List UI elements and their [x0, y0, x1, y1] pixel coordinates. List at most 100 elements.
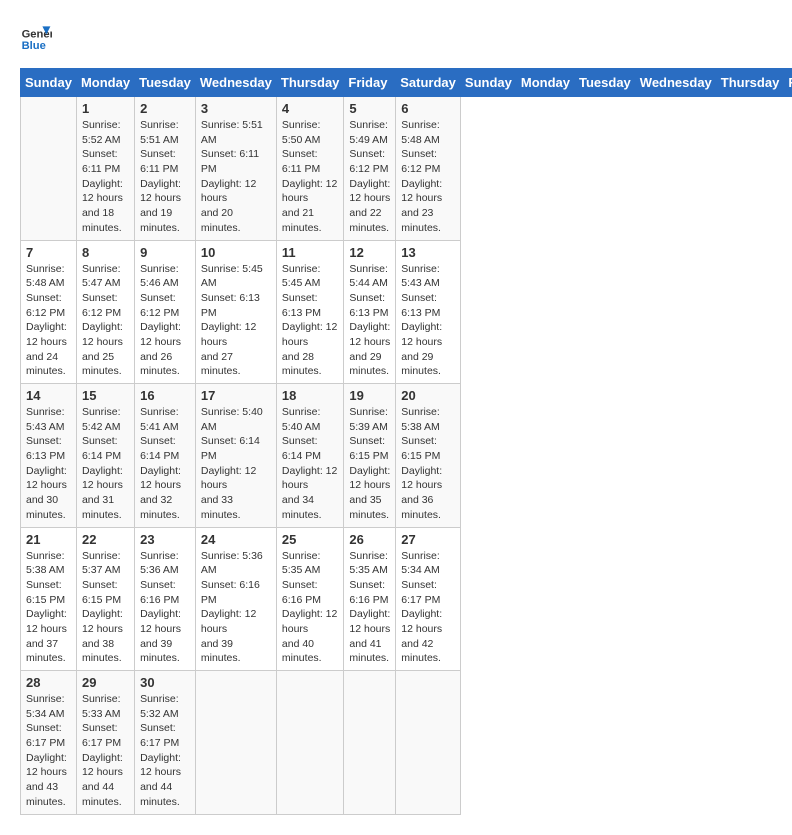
day-number: 20	[401, 388, 455, 403]
day-number: 4	[282, 101, 339, 116]
day-cell: 7 Sunrise: 5:48 AMSunset: 6:12 PMDaylight…	[21, 240, 77, 384]
day-cell: 19 Sunrise: 5:39 AMSunset: 6:15 PMDayligh…	[344, 384, 396, 528]
header-cell-sunday: Sunday	[460, 69, 516, 97]
header-cell-sunday: Sunday	[21, 69, 77, 97]
day-cell: 9Sunrise: 5:46 AMSunset: 6:12 PMDaylight…	[135, 240, 196, 384]
day-info: Sunrise: 5:47 AMSunset: 6:12 PMDaylight:…	[82, 262, 129, 380]
day-number: 22	[82, 532, 129, 547]
day-number: 16	[140, 388, 190, 403]
day-number: 13	[401, 245, 455, 260]
day-info: Sunrise: 5:50 AMSunset: 6:11 PMDaylight:…	[282, 118, 339, 236]
day-number: 6	[401, 101, 455, 116]
day-cell	[276, 671, 344, 815]
header-cell-friday: Friday	[784, 69, 792, 97]
header-cell-friday: Friday	[344, 69, 396, 97]
header-cell-tuesday: Tuesday	[135, 69, 196, 97]
header-cell-wednesday: Wednesday	[635, 69, 716, 97]
day-number: 2	[140, 101, 190, 116]
day-info: Sunrise: 5:43 AMSunset: 6:13 PMDaylight:…	[401, 262, 455, 380]
day-cell: 14Sunrise: 5:43 AMSunset: 6:13 PMDayligh…	[21, 384, 77, 528]
day-info: Sunrise: 5:34 AMSunset: 6:17 PMDaylight:…	[26, 692, 71, 810]
day-number: 10	[201, 245, 271, 260]
calendar-header-row: SundayMondayTuesdayWednesdayThursdayFrid…	[21, 69, 792, 97]
day-number: 29	[82, 675, 129, 690]
day-number: 11	[282, 245, 339, 260]
day-cell: 15 Sunrise: 5:42 AMSunset: 6:14 PMDayligh…	[76, 384, 134, 528]
day-info: Sunrise: 5:44 AMSunset: 6:13 PMDaylight:…	[349, 262, 390, 380]
day-info: Sunrise: 5:48 AMSunset: 6:12 PMDaylight:…	[26, 262, 71, 380]
day-number: 9	[140, 245, 190, 260]
svg-text:Blue: Blue	[22, 40, 46, 52]
day-cell: 11 Sunrise: 5:45 AMSunset: 6:13 PMDayligh…	[276, 240, 344, 384]
day-info: Sunrise: 5:35 AMSunset: 6:16 PMDaylight:…	[349, 549, 390, 667]
header-cell-thursday: Thursday	[716, 69, 784, 97]
week-row-3: 14Sunrise: 5:43 AMSunset: 6:13 PMDayligh…	[21, 384, 792, 528]
logo-icon: General Blue	[20, 20, 52, 52]
logo: General Blue	[20, 20, 52, 52]
day-cell: 18 Sunrise: 5:40 AMSunset: 6:14 PMDayligh…	[276, 384, 344, 528]
day-number: 26	[349, 532, 390, 547]
day-number: 15	[82, 388, 129, 403]
day-info: Sunrise: 5:52 AMSunset: 6:11 PMDaylight:…	[82, 118, 129, 236]
day-info: Sunrise: 5:40 AMSunset: 6:14 PMDaylight:…	[282, 405, 339, 523]
day-cell: 8 Sunrise: 5:47 AMSunset: 6:12 PMDaylight…	[76, 240, 134, 384]
day-number: 27	[401, 532, 455, 547]
day-number: 24	[201, 532, 271, 547]
day-cell: 28Sunrise: 5:34 AMSunset: 6:17 PMDayligh…	[21, 671, 77, 815]
day-cell	[195, 671, 276, 815]
day-cell: 16 Sunrise: 5:41 AMSunset: 6:14 PMDayligh…	[135, 384, 196, 528]
day-cell: 23Sunrise: 5:36 AMSunset: 6:16 PMDayligh…	[135, 527, 196, 671]
day-info: Sunrise: 5:37 AMSunset: 6:15 PMDaylight:…	[82, 549, 129, 667]
day-cell: 5Sunrise: 5:49 AMSunset: 6:12 PMDaylight…	[344, 97, 396, 241]
header-cell-thursday: Thursday	[276, 69, 344, 97]
day-info: Sunrise: 5:39 AMSunset: 6:15 PMDaylight:…	[349, 405, 390, 523]
day-number: 19	[349, 388, 390, 403]
day-info: Sunrise: 5:32 AMSunset: 6:17 PMDaylight:…	[140, 692, 190, 810]
day-cell	[344, 671, 396, 815]
header-cell-tuesday: Tuesday	[575, 69, 636, 97]
day-cell	[21, 97, 77, 241]
page-header: General Blue	[20, 20, 772, 52]
day-info: Sunrise: 5:48 AMSunset: 6:12 PMDaylight:…	[401, 118, 455, 236]
day-number: 18	[282, 388, 339, 403]
day-cell: 17 Sunrise: 5:40 AMSunset: 6:14 PMDayligh…	[195, 384, 276, 528]
day-number: 21	[26, 532, 71, 547]
day-info: Sunrise: 5:45 AMSunset: 6:13 PMDaylight:…	[282, 262, 339, 380]
day-number: 3	[201, 101, 271, 116]
day-cell: 3Sunrise: 5:51 AMSunset: 6:11 PMDaylight…	[195, 97, 276, 241]
day-info: Sunrise: 5:41 AMSunset: 6:14 PMDaylight:…	[140, 405, 190, 523]
day-info: Sunrise: 5:34 AMSunset: 6:17 PMDaylight:…	[401, 549, 455, 667]
day-cell: 27 Sunrise: 5:34 AMSunset: 6:17 PMDayligh…	[396, 527, 461, 671]
day-cell: 2 Sunrise: 5:51 AMSunset: 6:11 PMDaylight…	[135, 97, 196, 241]
week-row-1: 1Sunrise: 5:52 AMSunset: 6:11 PMDaylight…	[21, 97, 792, 241]
day-info: Sunrise: 5:33 AMSunset: 6:17 PMDaylight:…	[82, 692, 129, 810]
day-info: Sunrise: 5:51 AMSunset: 6:11 PMDaylight:…	[140, 118, 190, 236]
day-cell	[396, 671, 461, 815]
day-cell: 29 Sunrise: 5:33 AMSunset: 6:17 PMDayligh…	[76, 671, 134, 815]
day-number: 8	[82, 245, 129, 260]
day-cell: 4 Sunrise: 5:50 AMSunset: 6:11 PMDaylight…	[276, 97, 344, 241]
day-cell: 10Sunrise: 5:45 AMSunset: 6:13 PMDayligh…	[195, 240, 276, 384]
day-cell: 13 Sunrise: 5:43 AMSunset: 6:13 PMDayligh…	[396, 240, 461, 384]
day-info: Sunrise: 5:36 AMSunset: 6:16 PMDaylight:…	[201, 549, 271, 667]
day-info: Sunrise: 5:43 AMSunset: 6:13 PMDaylight:…	[26, 405, 71, 523]
day-number: 30	[140, 675, 190, 690]
header-cell-monday: Monday	[516, 69, 574, 97]
day-info: Sunrise: 5:36 AMSunset: 6:16 PMDaylight:…	[140, 549, 190, 667]
day-cell: 20 Sunrise: 5:38 AMSunset: 6:15 PMDayligh…	[396, 384, 461, 528]
day-cell: 22 Sunrise: 5:37 AMSunset: 6:15 PMDayligh…	[76, 527, 134, 671]
header-cell-monday: Monday	[76, 69, 134, 97]
day-info: Sunrise: 5:38 AMSunset: 6:15 PMDaylight:…	[401, 405, 455, 523]
day-cell: 12 Sunrise: 5:44 AMSunset: 6:13 PMDayligh…	[344, 240, 396, 384]
day-number: 17	[201, 388, 271, 403]
week-row-5: 28Sunrise: 5:34 AMSunset: 6:17 PMDayligh…	[21, 671, 792, 815]
day-info: Sunrise: 5:40 AMSunset: 6:14 PMDaylight:…	[201, 405, 271, 523]
day-cell: 25Sunrise: 5:35 AMSunset: 6:16 PMDayligh…	[276, 527, 344, 671]
day-info: Sunrise: 5:42 AMSunset: 6:14 PMDaylight:…	[82, 405, 129, 523]
day-cell: 26 Sunrise: 5:35 AMSunset: 6:16 PMDayligh…	[344, 527, 396, 671]
day-cell: 6 Sunrise: 5:48 AMSunset: 6:12 PMDaylight…	[396, 97, 461, 241]
day-number: 12	[349, 245, 390, 260]
day-number: 7	[26, 245, 71, 260]
day-info: Sunrise: 5:35 AMSunset: 6:16 PMDaylight:…	[282, 549, 339, 667]
day-number: 5	[349, 101, 390, 116]
